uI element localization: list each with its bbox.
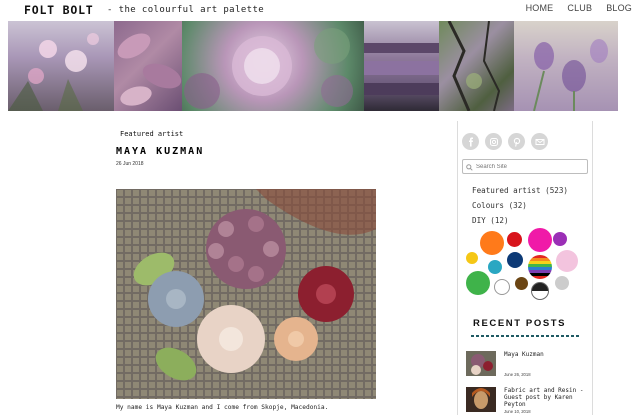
color-dot-red[interactable] bbox=[507, 232, 522, 247]
portrait-thumbnail-image bbox=[466, 387, 496, 412]
banner-panel-watercolor bbox=[514, 21, 618, 111]
color-dot-green[interactable] bbox=[466, 271, 490, 295]
banner-panel-leaves bbox=[114, 21, 182, 111]
ornamental-cabbage-image bbox=[184, 28, 353, 109]
category-featured-artist[interactable]: Featured artist (523) bbox=[472, 183, 568, 198]
recent-post-title[interactable]: Fabric art and Resin - Guest post by Kar… bbox=[504, 387, 590, 408]
post-category[interactable]: Featured artist bbox=[120, 130, 183, 138]
lichen-bark-image bbox=[447, 21, 501, 111]
category-list: Featured artist (523) Colours (32) DIY (… bbox=[472, 183, 568, 228]
color-dot-teal[interactable] bbox=[488, 260, 502, 274]
banner-panel-bark bbox=[439, 21, 514, 111]
color-dot-magenta[interactable] bbox=[528, 228, 552, 252]
instagram-icon[interactable] bbox=[485, 133, 502, 150]
watercolor-flowers-image bbox=[533, 39, 608, 111]
nav-home-link[interactable]: HOME bbox=[526, 3, 554, 13]
banner-panel-ribbons bbox=[364, 21, 439, 111]
banner-panel-cosmos bbox=[8, 21, 114, 111]
banner-panel-cabbage bbox=[182, 21, 364, 111]
recent-post-thumbnail[interactable] bbox=[466, 387, 496, 412]
search-box bbox=[462, 159, 588, 174]
recent-post-thumbnail[interactable] bbox=[466, 351, 496, 376]
nav-blog-link[interactable]: BLOG bbox=[606, 3, 632, 13]
color-dot-brown[interactable] bbox=[515, 277, 528, 290]
recent-post-date: June 26, 2018 bbox=[504, 372, 531, 377]
recent-posts-divider bbox=[471, 335, 581, 337]
search-input[interactable] bbox=[476, 163, 586, 170]
crochet-flowers-mosaic-image bbox=[116, 189, 376, 399]
header-banner bbox=[8, 21, 618, 111]
category-colours[interactable]: Colours (32) bbox=[472, 198, 568, 213]
recent-posts-heading: RECENT POSTS bbox=[473, 318, 567, 329]
crochet-thumbnail-image bbox=[466, 351, 496, 376]
color-dot-rainbow[interactable] bbox=[528, 255, 552, 279]
post-excerpt: My name is Maya Kuzman and I come from S… bbox=[116, 404, 329, 411]
pinterest-icon[interactable] bbox=[508, 133, 525, 150]
purple-leaves-image bbox=[117, 33, 182, 106]
nav-club-link[interactable]: CLUB bbox=[567, 3, 592, 13]
social-icons bbox=[458, 133, 548, 150]
email-icon[interactable] bbox=[531, 133, 548, 150]
color-dot-yellow[interactable] bbox=[466, 252, 478, 264]
main-nav: HOME CLUB BLOG bbox=[526, 3, 632, 13]
post-title[interactable]: MAYA KUZMAN bbox=[116, 146, 204, 157]
post-date: 26 Jun 2018 bbox=[116, 161, 144, 167]
cosmos-flowers-image bbox=[8, 33, 99, 111]
color-dot-light-pink[interactable] bbox=[556, 250, 578, 272]
color-dot-navy[interactable] bbox=[507, 252, 523, 268]
site-logo[interactable]: FOLT BOLT bbox=[24, 3, 94, 17]
recent-post-date: June 10, 2018 bbox=[504, 409, 531, 414]
colour-palette bbox=[458, 224, 594, 304]
recent-post-title[interactable]: Maya Kuzman bbox=[504, 351, 590, 358]
recent-post-item[interactable]: Maya Kuzman June 26, 2018 bbox=[466, 351, 591, 381]
site-header: FOLT BOLT - the colourful art palette HO… bbox=[0, 0, 640, 20]
facebook-icon[interactable] bbox=[462, 133, 479, 150]
post-featured-image[interactable] bbox=[116, 189, 376, 399]
color-dot-black-white[interactable] bbox=[531, 282, 549, 300]
color-dot-white[interactable] bbox=[494, 279, 510, 295]
site-tagline: - the colourful art palette bbox=[107, 5, 265, 15]
search-icon bbox=[466, 158, 473, 176]
purple-ribbons-image bbox=[364, 43, 439, 95]
color-dot-grey[interactable] bbox=[555, 276, 569, 290]
color-dot-purple[interactable] bbox=[553, 232, 567, 246]
recent-post-item[interactable]: Fabric art and Resin - Guest post by Kar… bbox=[466, 387, 591, 415]
sidebar: Featured artist (523) Colours (32) DIY (… bbox=[457, 121, 593, 415]
color-dot-orange[interactable] bbox=[480, 231, 504, 255]
